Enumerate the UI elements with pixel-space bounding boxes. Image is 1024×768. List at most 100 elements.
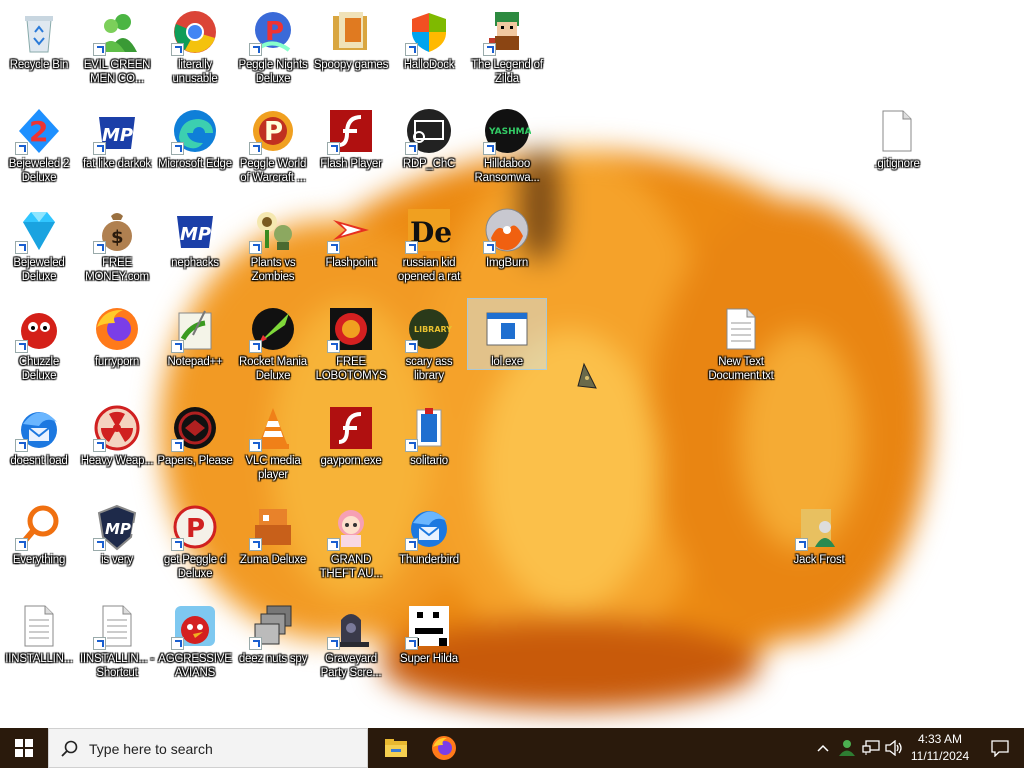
desktop-icon[interactable]: Thunderbird [390, 497, 468, 567]
desktop-icon-label: Hilldaboo Ransomwa... [474, 158, 540, 184]
desktop-icon[interactable]: Microsoft Edge [156, 101, 234, 171]
desktop-icon-label: Microsoft Edge [158, 158, 232, 170]
flash-player-icon [327, 404, 375, 452]
shortcut-arrow-icon [93, 43, 106, 56]
chevron-up-icon [817, 744, 829, 752]
rdp-icon [405, 107, 453, 155]
desktop-icon[interactable]: lol.exe [467, 298, 547, 370]
desktop-icon[interactable]: Super Hilda [390, 596, 468, 666]
desktop-icon[interactable]: furryporn [78, 299, 156, 369]
desktop-icon[interactable]: MPI nephacks [156, 200, 234, 270]
shortcut-arrow-icon [249, 637, 262, 650]
desktop-icon[interactable]: .gitignore [858, 101, 936, 171]
notification-center-button[interactable] [976, 728, 1024, 768]
desktop-icon-label: Bejeweled Deluxe [13, 257, 65, 283]
desktop-icon[interactable]: YASHMA Hilldaboo Ransomwa... [468, 101, 546, 185]
desktop-icon[interactable]: LIBRARY scary ass library [390, 299, 468, 383]
desktop-icon[interactable]: 2 Bejeweled 2 Deluxe [0, 101, 78, 185]
notepad-plus-plus-icon [171, 305, 219, 353]
desktop-icon[interactable]: IINSTALLIN... [0, 596, 78, 666]
shortcut-arrow-icon [15, 241, 28, 254]
desktop-icon-label: Recycle Bin [9, 59, 69, 71]
desktop[interactable]: Recycle Bin EVIL GREEN MEN CO... literally… [0, 0, 1024, 728]
desktop-icon-label: Thunderbird [399, 554, 459, 566]
desktop-icon[interactable]: Bejeweled Deluxe [0, 200, 78, 284]
desktop-icon[interactable]: Notepad++ [156, 299, 234, 369]
desktop-icon-label: Zuma Deluxe [239, 554, 307, 566]
taskbar-file-explorer[interactable] [372, 728, 420, 768]
desktop-icon[interactable]: Zuma Deluxe [234, 497, 312, 567]
desktop-icon[interactable]: Pget Peggle d Deluxe [156, 497, 234, 581]
desktop-icon[interactable]: De russian kid opened a rat [390, 200, 468, 284]
shortcut-arrow-icon [405, 637, 418, 650]
desktop-icon[interactable]: Heavy Weap... [78, 398, 156, 468]
person-tray-icon [839, 740, 855, 756]
desktop-icon[interactable]: Flashpoint [312, 200, 390, 270]
desktop-icon[interactable]: Jack Frost [780, 497, 858, 567]
taskbar-search-box[interactable]: Type here to search [48, 728, 368, 768]
flashpoint-icon [327, 206, 375, 254]
start-button[interactable] [0, 728, 48, 768]
desktop-icon-label: Heavy Weap... [80, 455, 154, 467]
desktop-icon[interactable]: Flash Player [312, 101, 390, 171]
svg-text:MPI: MPI [105, 520, 137, 538]
desktop-icon-label: Peggle World of Warcraft ... [239, 158, 307, 184]
desktop-icon[interactable]: P Peggle World of Warcraft ... [234, 101, 312, 185]
desktop-icon[interactable]: HalloDock [390, 2, 468, 72]
lobotomy-icon [327, 305, 375, 353]
desktop-icon[interactable]: $ FREE MONEY.com [78, 200, 156, 284]
desktop-icon[interactable]: doesnt load [0, 398, 78, 468]
desktop-icon[interactable]: Recycle Bin [0, 2, 78, 72]
desktop-icon-label: Flashpoint [325, 257, 377, 269]
desktop-icon[interactable]: Plants vs Zombies [234, 200, 312, 284]
tray-volume[interactable] [883, 728, 905, 768]
desktop-icon[interactable]: solitario [390, 398, 468, 468]
desktop-icon-label: fat like darkok [83, 158, 151, 170]
tray-network[interactable] [860, 728, 882, 768]
desktop-icon[interactable]: FREE LOBOTOMYS [312, 299, 390, 383]
shortcut-arrow-icon [249, 439, 262, 452]
desktop-icon-label: is very [101, 554, 133, 566]
desktop-icon-label: Plants vs Zombies [250, 257, 296, 283]
desktop-icon[interactable]: MPI is very [78, 497, 156, 567]
desktop-icon[interactable]: VLC media player [234, 398, 312, 482]
desktop-icon-label: Chuzzle Deluxe [18, 356, 60, 382]
shortcut-arrow-icon [93, 241, 106, 254]
desktop-icon[interactable]: IINSTALLIN... - Shortcut [78, 596, 156, 680]
desktop-icon[interactable]: Rocket Mania Deluxe [234, 299, 312, 383]
desktop-icon-label: furryporn [94, 356, 140, 368]
desktop-icon[interactable]: RDP_ChC [390, 101, 468, 171]
desktop-icon-label: VLC media player [245, 455, 301, 481]
desktop-icon[interactable]: GRAND THEFT AU... [312, 497, 390, 581]
desktop-icon[interactable]: ImgBurn [468, 200, 546, 270]
thunderbird-icon [405, 503, 453, 551]
desktop-icon[interactable]: The Legend of Zilda [468, 2, 546, 86]
desktop-icon[interactable]: Spoopy games [312, 2, 390, 72]
desktop-icon-label: Spoopy games [313, 59, 389, 71]
shortcut-arrow-icon [405, 340, 418, 353]
desktop-icon[interactable]: EVIL GREEN MEN CO... [78, 2, 156, 86]
tray-person[interactable] [836, 728, 858, 768]
desktop-icon[interactable]: Everything [0, 497, 78, 567]
shortcut-arrow-icon [327, 340, 340, 353]
clock-date: 11/11/2024 [910, 749, 970, 763]
shortcut-arrow-icon [249, 43, 262, 56]
yashma-icon: YASHMA [483, 107, 531, 155]
desktop-icon[interactable]: AGGRESSIVE AVIANS [156, 596, 234, 680]
tray-clock[interactable]: 4:33 AM 11/11/2024 [904, 731, 976, 765]
desktop-icon[interactable]: Papers, Please [156, 398, 234, 468]
edge-icon [171, 107, 219, 155]
desktop-icon[interactable]: New Text Document.txt [702, 299, 780, 383]
desktop-icon[interactable]: MPI fat like darkok [78, 101, 156, 171]
desktop-icon[interactable]: Graveyard Party Scre... [312, 596, 390, 680]
desktop-icon[interactable]: P Peggle Nights Deluxe [234, 2, 312, 86]
firefox-icon [432, 736, 456, 760]
desktop-icon[interactable]: literally unusable [156, 2, 234, 86]
tray-chevron[interactable] [812, 728, 834, 768]
mpi-icon: MPI [171, 206, 219, 254]
desktop-icon[interactable]: gayporn.exe [312, 398, 390, 468]
desktop-icon[interactable]: Chuzzle Deluxe [0, 299, 78, 383]
taskbar-firefox[interactable] [420, 728, 468, 768]
desktop-icon-label: IINSTALLIN... [5, 653, 73, 665]
desktop-icon[interactable]: deez nuts spy [234, 596, 312, 666]
